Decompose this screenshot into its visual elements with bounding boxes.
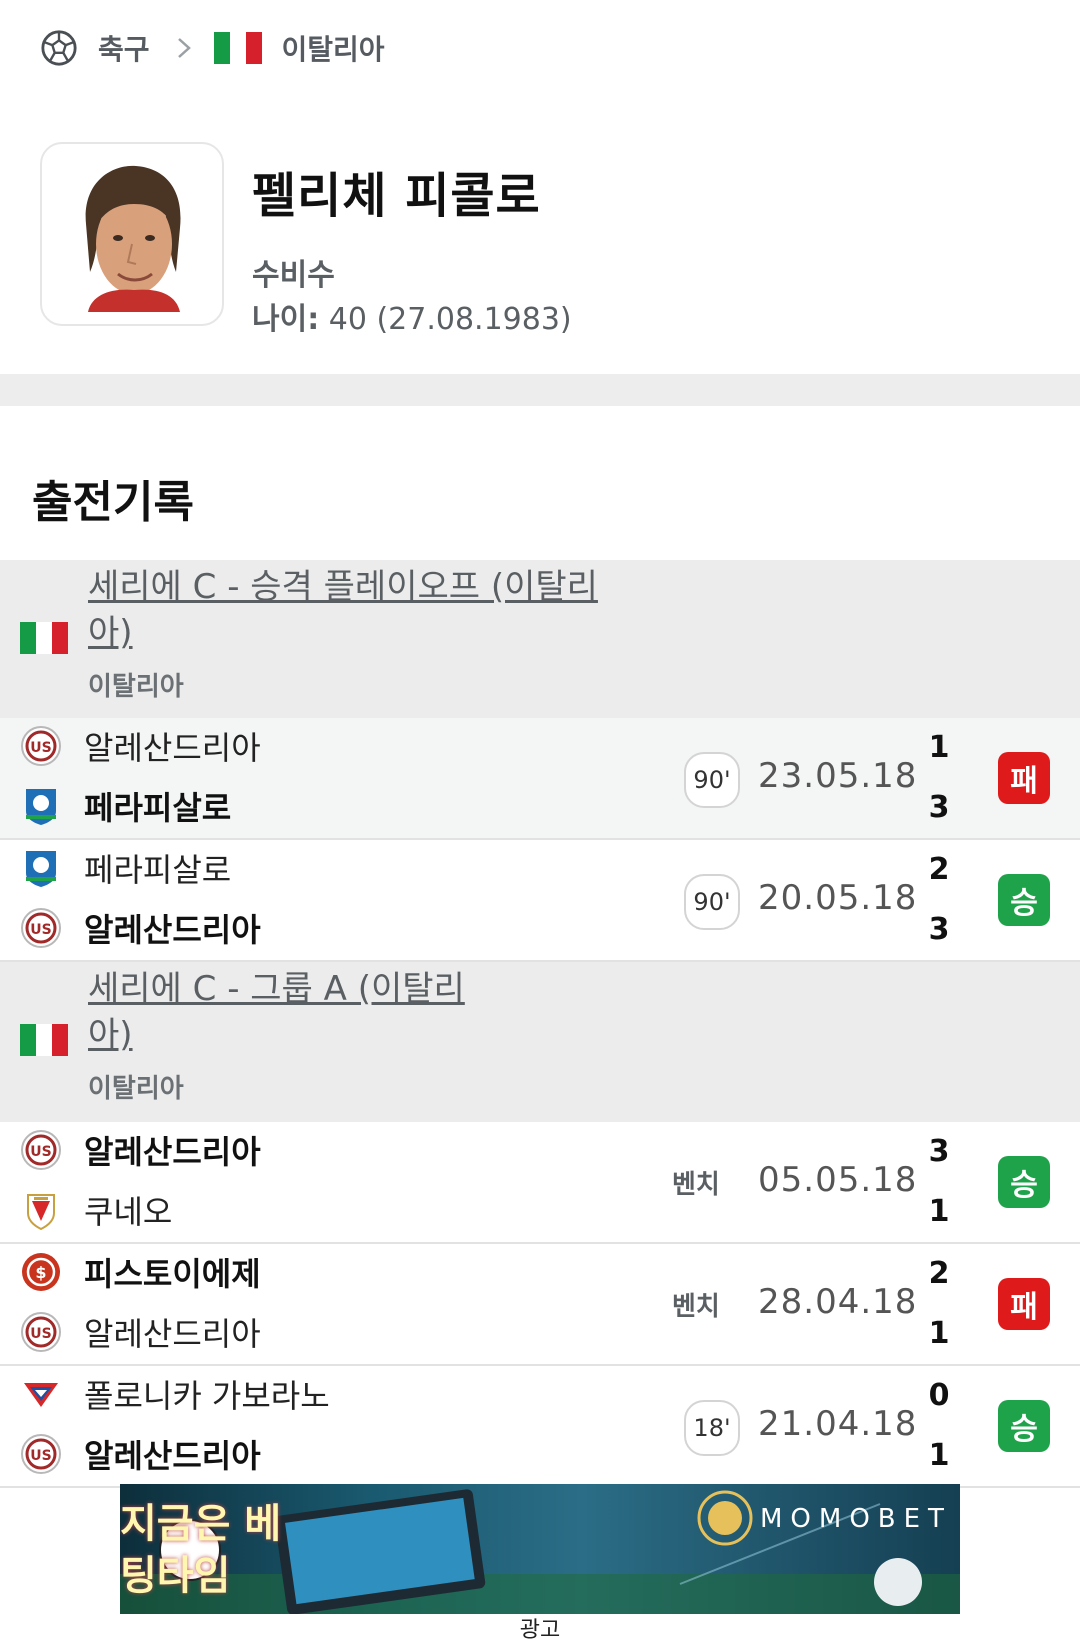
player-name: 펠리체 피콜로 — [252, 168, 541, 224]
match-date: 20.05.18 — [758, 878, 918, 918]
svg-text:US: US — [30, 922, 51, 938]
home-team: US 알레산드리아 — [20, 1128, 261, 1172]
italy-flag-icon — [213, 32, 262, 64]
match-row[interactable]: US 알레산드리아 쿠네오 벤치 05.05.18 3 1 승 — [0, 1122, 1080, 1244]
section-title: 출전기록 — [32, 477, 194, 528]
home-team: US 알레산드리아 — [20, 724, 261, 768]
away-score: 1 — [928, 1438, 950, 1473]
match-row[interactable]: 폴로니카 가보라노 US 알레산드리아 18' 21.04.18 0 1 승 — [0, 1366, 1080, 1488]
svg-text:US: US — [30, 1326, 51, 1342]
age-label: 나이: — [252, 302, 320, 337]
minutes-played: 18' — [684, 1400, 740, 1456]
age-value: 40 (27.08.1983) — [328, 302, 572, 337]
breadcrumb-sport-link[interactable]: 축구 — [98, 28, 150, 68]
home-score: 1 — [928, 730, 950, 765]
home-team: $ 피스토이에제 — [20, 1250, 261, 1294]
home-score: 3 — [928, 1134, 950, 1169]
away-team-name: 알레산드리아 — [84, 911, 261, 949]
home-team-name: 알레산드리아 — [84, 729, 261, 767]
home-score: 2 — [928, 852, 950, 887]
away-team: US 알레산드리아 — [20, 906, 261, 950]
minutes-played: 90' — [684, 874, 740, 930]
minutes-played: 90' — [684, 752, 740, 808]
league-name-link[interactable]: 세리에 C - 그룹 A (이탈리아) — [88, 966, 488, 1058]
breadcrumb: 축구 이탈리아 — [40, 28, 385, 68]
league-name-link[interactable]: 세리에 C - 승격 플레이오프 (이탈리아) — [88, 564, 608, 656]
away-score: 1 — [928, 1316, 950, 1351]
svg-text:US: US — [30, 1144, 51, 1160]
result-badge: 패 — [998, 752, 1050, 804]
ad-label: 광고 — [519, 1618, 561, 1640]
player-age: 나이: 40 (27.08.1983) — [252, 294, 572, 338]
home-score: 0 — [928, 1378, 950, 1413]
home-team: 페라피살로 — [20, 846, 231, 890]
alessandria-logo-icon: US — [21, 1130, 61, 1170]
alessandria-logo-icon: US — [21, 908, 61, 948]
cuneo-logo-icon — [27, 1194, 55, 1231]
match-row[interactable]: US 알레산드리아 페라피살로 90' 23.05.18 1 3 패 — [0, 718, 1080, 840]
match-date: 28.04.18 — [758, 1282, 918, 1322]
feralpisalo-logo-icon — [26, 789, 56, 825]
player-profile: 펠리체 피콜로 수비수 나이: 40 (27.08.1983) — [40, 142, 1040, 337]
ad-brand: MOMOBET — [760, 1504, 952, 1534]
svg-text:US: US — [30, 740, 51, 756]
result-badge: 승 — [998, 874, 1050, 926]
player-photo — [40, 142, 224, 326]
away-team: US 알레산드리아 — [20, 1432, 261, 1476]
league-header: 세리에 C - 승격 플레이오프 (이탈리아) 이탈리아 — [0, 560, 1080, 720]
match-date: 21.04.18 — [758, 1404, 918, 1444]
alessandria-logo-icon: US — [21, 1312, 61, 1352]
away-team-name: 알레산드리아 — [84, 1437, 261, 1475]
league-country: 이탈리아 — [88, 1074, 184, 1104]
match-date: 23.05.18 — [758, 756, 918, 796]
away-team: 쿠네오 — [20, 1188, 172, 1232]
player-position: 수비수 — [252, 258, 335, 293]
alessandria-logo-icon: US — [21, 1434, 61, 1474]
home-team: 폴로니카 가보라노 — [20, 1372, 330, 1416]
bench-status: 벤치 — [672, 1170, 720, 1200]
league-country: 이탈리아 — [88, 672, 184, 702]
result-badge: 패 — [998, 1278, 1050, 1330]
breadcrumb-country-link[interactable]: 이탈리아 — [282, 28, 385, 68]
result-badge: 승 — [998, 1156, 1050, 1208]
alessandria-logo-icon: US — [21, 726, 61, 766]
svg-text:$: $ — [35, 1263, 46, 1282]
follonica-gavorrano-logo-icon — [24, 1383, 58, 1407]
bench-status: 벤치 — [672, 1292, 720, 1322]
match-date: 05.05.18 — [758, 1160, 918, 1200]
home-team-name: 폴로니카 가보라노 — [84, 1377, 330, 1415]
away-score: 1 — [928, 1194, 950, 1229]
away-team-name: 알레산드리아 — [84, 1315, 261, 1353]
italy-flag-icon — [20, 622, 68, 654]
soccer-ball-icon[interactable] — [40, 29, 78, 67]
home-score: 2 — [928, 1256, 950, 1291]
italy-flag-icon — [20, 1024, 68, 1056]
match-row[interactable]: 페라피살로 US 알레산드리아 90' 20.05.18 2 3 승 — [0, 840, 1080, 962]
away-team-name: 페라피살로 — [84, 789, 232, 827]
chevron-right-icon — [177, 38, 191, 58]
match-row[interactable]: $ 피스토이에제 US 알레산드리아 벤치 28.04.18 2 1 패 — [0, 1244, 1080, 1366]
ad-banner[interactable]: 지금은 베팅타임 MOMOBET — [120, 1484, 960, 1614]
pistoiese-logo-icon: $ — [22, 1253, 60, 1291]
section-divider — [0, 374, 1080, 406]
feralpisalo-logo-icon — [26, 851, 56, 887]
away-team: 페라피살로 — [20, 784, 231, 828]
away-score: 3 — [928, 912, 950, 947]
away-score: 3 — [928, 790, 950, 825]
svg-text:US: US — [30, 1448, 51, 1464]
result-badge: 승 — [998, 1400, 1050, 1452]
away-team: US 알레산드리아 — [20, 1310, 261, 1354]
away-team-name: 쿠네오 — [84, 1193, 173, 1231]
league-header: 세리에 C - 그룹 A (이탈리아) 이탈리아 — [0, 962, 1080, 1122]
home-team-name: 피스토이에제 — [84, 1255, 261, 1293]
home-team-name: 페라피살로 — [84, 851, 232, 889]
ad-headline: 지금은 베팅타임 — [120, 1501, 282, 1599]
home-team-name: 알레산드리아 — [84, 1133, 261, 1171]
